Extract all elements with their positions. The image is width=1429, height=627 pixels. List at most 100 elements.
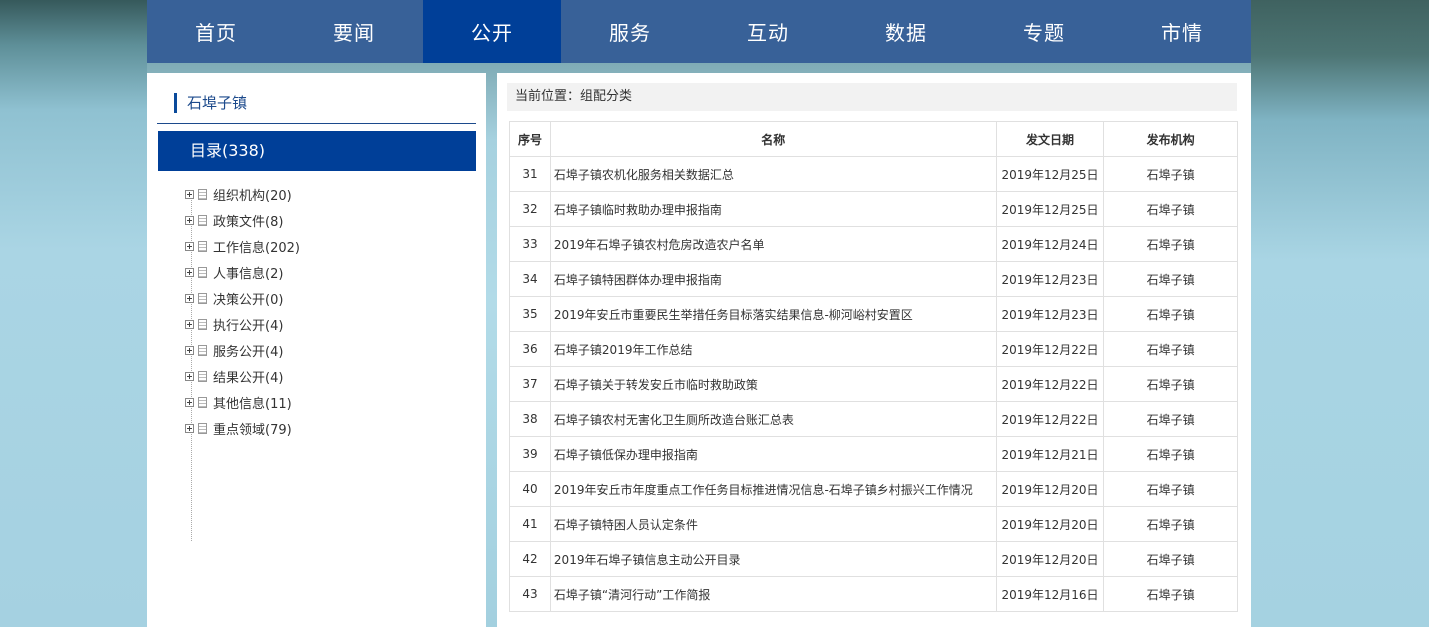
row-index: 42	[509, 541, 551, 577]
row-index: 34	[509, 261, 551, 297]
expand-icon[interactable]	[185, 215, 194, 225]
row-publisher: 石埠子镇	[1103, 296, 1238, 332]
tree-item[interactable]: 执行公开(4)	[185, 311, 300, 337]
document-icon	[198, 292, 207, 304]
tree-item[interactable]: 人事信息(2)	[185, 259, 300, 285]
expand-icon[interactable]	[185, 189, 194, 199]
tree-item-label[interactable]: 工作信息(202)	[213, 237, 300, 256]
row-title-link[interactable]: 石埠子镇农机化服务相关数据汇总	[549, 156, 997, 192]
row-date: 2019年12月16日	[995, 576, 1105, 612]
tree-item[interactable]: 决策公开(0)	[185, 285, 300, 311]
row-title-link[interactable]: 2019年石埠子镇信息主动公开目录	[549, 541, 997, 577]
row-publisher: 石埠子镇	[1103, 401, 1238, 437]
row-date: 2019年12月24日	[995, 226, 1105, 262]
expand-icon[interactable]	[185, 241, 194, 251]
row-publisher: 石埠子镇	[1103, 506, 1238, 542]
main-nav: 首页 要闻 公开 服务 互动 数据 专题 市情	[147, 0, 1251, 63]
row-date: 2019年12月25日	[995, 156, 1105, 192]
row-date: 2019年12月22日	[995, 331, 1105, 367]
row-index: 40	[509, 471, 551, 507]
row-title-link[interactable]: 石埠子镇低保办理申报指南	[549, 436, 997, 472]
nav-data[interactable]: 数据	[837, 0, 975, 63]
nav-news[interactable]: 要闻	[285, 0, 423, 63]
row-publisher: 石埠子镇	[1103, 331, 1238, 367]
expand-icon[interactable]	[185, 423, 194, 433]
nav-interaction[interactable]: 互动	[699, 0, 837, 63]
row-title-link[interactable]: 石埠子镇特困人员认定条件	[549, 506, 997, 542]
tree-item[interactable]: 结果公开(4)	[185, 363, 300, 389]
panel-title: 石埠子镇	[174, 93, 247, 113]
tree-item-label[interactable]: 决策公开(0)	[213, 289, 283, 308]
row-title-link[interactable]: 石埠子镇特困群体办理申报指南	[549, 261, 997, 297]
table-row: 35 2019年安丘市重要民生举措任务目标落实结果信息-柳河峪村安置区 2019年1…	[509, 296, 1238, 332]
document-table: 序号 名称 发文日期 发布机构 31 石埠子镇农机化服务相关数据汇总 2019年12…	[509, 121, 1238, 612]
row-title-link[interactable]: 石埠子镇2019年工作总结	[549, 331, 997, 367]
catalog-header[interactable]: 目录(338)	[158, 131, 476, 171]
table-row: 32 石埠子镇临时救助办理申报指南 2019年12月25日 石埠子镇	[509, 191, 1238, 227]
tree-item[interactable]: 政策文件(8)	[185, 207, 300, 233]
tree-item[interactable]: 工作信息(202)	[185, 233, 300, 259]
tree-item-label[interactable]: 组织机构(20)	[213, 185, 292, 204]
tree-item-label[interactable]: 其他信息(11)	[213, 393, 292, 412]
row-date: 2019年12月25日	[995, 191, 1105, 227]
row-title-link[interactable]: 2019年石埠子镇农村危房改造农户名单	[549, 226, 997, 262]
tree-item[interactable]: 重点领域(79)	[185, 415, 300, 441]
tree-item-label[interactable]: 执行公开(4)	[213, 315, 283, 334]
category-tree: 组织机构(20) 政策文件(8) 工作信息(202) 人事信息(2) 决策公开(0) 执行…	[185, 181, 300, 441]
document-icon	[198, 370, 207, 382]
divider	[157, 123, 476, 124]
row-publisher: 石埠子镇	[1103, 471, 1238, 507]
row-title-link[interactable]: 石埠子镇农村无害化卫生厕所改造台账汇总表	[549, 401, 997, 437]
nav-city[interactable]: 市情	[1113, 0, 1251, 63]
table-row: 33 2019年石埠子镇农村危房改造农户名单 2019年12月24日 石埠子镇	[509, 226, 1238, 262]
tree-item-label[interactable]: 重点领域(79)	[213, 419, 292, 438]
table-row: 41 石埠子镇特困人员认定条件 2019年12月20日 石埠子镇	[509, 506, 1238, 542]
row-title-link[interactable]: 石埠子镇关于转发安丘市临时救助政策	[549, 366, 997, 402]
tree-item-label[interactable]: 人事信息(2)	[213, 263, 283, 282]
row-publisher: 石埠子镇	[1103, 261, 1238, 297]
tree-item-label[interactable]: 政策文件(8)	[213, 211, 283, 230]
row-index: 36	[509, 331, 551, 367]
expand-icon[interactable]	[185, 293, 194, 303]
row-title-link[interactable]: 石埠子镇“清河行动”工作简报	[549, 576, 997, 612]
row-publisher: 石埠子镇	[1103, 156, 1238, 192]
row-publisher: 石埠子镇	[1103, 226, 1238, 262]
nav-public[interactable]: 公开	[423, 0, 561, 63]
row-publisher: 石埠子镇	[1103, 191, 1238, 227]
row-title-link[interactable]: 2019年安丘市年度重点工作任务目标推进情况信息-石埠子镇乡村振兴工作情况	[549, 471, 997, 507]
nav-service[interactable]: 服务	[561, 0, 699, 63]
tree-item-label[interactable]: 服务公开(4)	[213, 341, 283, 360]
expand-icon[interactable]	[185, 345, 194, 355]
expand-icon[interactable]	[185, 397, 194, 407]
row-title-link[interactable]: 石埠子镇临时救助办理申报指南	[549, 191, 997, 227]
row-title-link[interactable]: 2019年安丘市重要民生举措任务目标落实结果信息-柳河峪村安置区	[549, 296, 997, 332]
row-date: 2019年12月20日	[995, 506, 1105, 542]
document-icon	[198, 266, 207, 278]
document-icon	[198, 188, 207, 200]
row-date: 2019年12月20日	[995, 471, 1105, 507]
row-date: 2019年12月21日	[995, 436, 1105, 472]
expand-icon[interactable]	[185, 267, 194, 277]
row-publisher: 石埠子镇	[1103, 436, 1238, 472]
content-panel: 当前位置：组配分类 序号 名称 发文日期 发布机构 31 石埠子镇农机化服务相关数…	[497, 73, 1251, 627]
background-right	[1251, 0, 1429, 627]
row-date: 2019年12月23日	[995, 261, 1105, 297]
col-publisher: 发布机构	[1103, 121, 1238, 157]
document-icon	[198, 240, 207, 252]
expand-icon[interactable]	[185, 319, 194, 329]
row-index: 35	[509, 296, 551, 332]
tree-item[interactable]: 组织机构(20)	[185, 181, 300, 207]
nav-home[interactable]: 首页	[147, 0, 285, 63]
row-index: 39	[509, 436, 551, 472]
row-index: 37	[509, 366, 551, 402]
table-row: 38 石埠子镇农村无害化卫生厕所改造台账汇总表 2019年12月22日 石埠子镇	[509, 401, 1238, 437]
tree-item[interactable]: 其他信息(11)	[185, 389, 300, 415]
table-row: 37 石埠子镇关于转发安丘市临时救助政策 2019年12月22日 石埠子镇	[509, 366, 1238, 402]
tree-item[interactable]: 服务公开(4)	[185, 337, 300, 363]
table-row: 39 石埠子镇低保办理申报指南 2019年12月21日 石埠子镇	[509, 436, 1238, 472]
tree-item-label[interactable]: 结果公开(4)	[213, 367, 283, 386]
row-publisher: 石埠子镇	[1103, 366, 1238, 402]
expand-icon[interactable]	[185, 371, 194, 381]
row-index: 31	[509, 156, 551, 192]
nav-topics[interactable]: 专题	[975, 0, 1113, 63]
